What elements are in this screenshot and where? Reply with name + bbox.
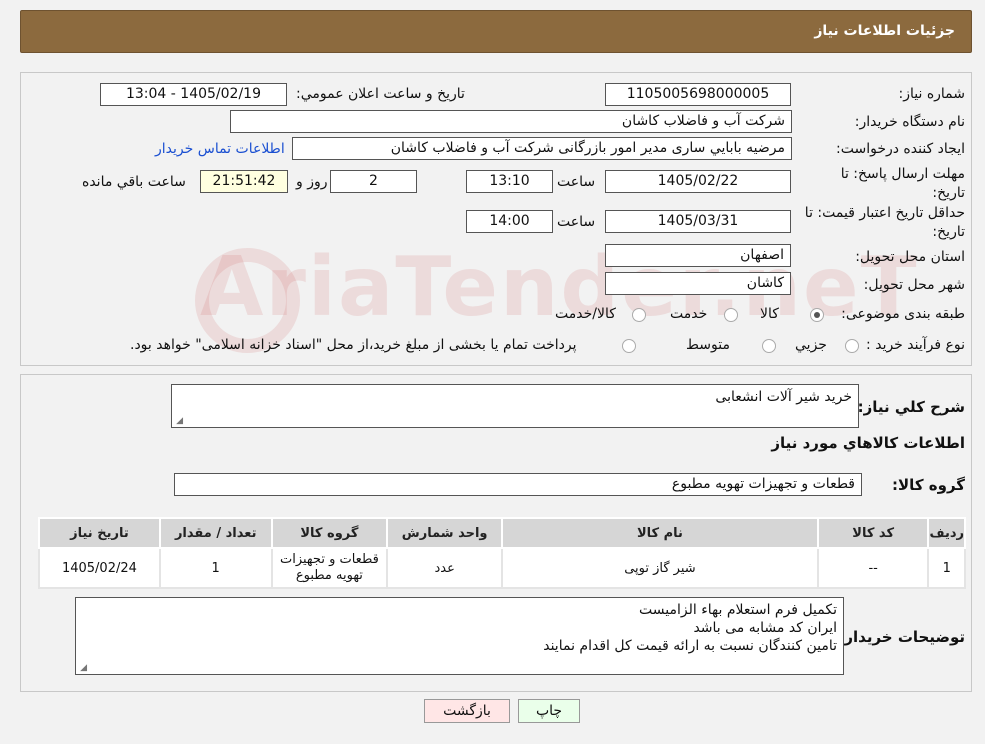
cell-row-number: 1 (927, 547, 966, 589)
category-label: طبقه بندی موضوعی: (841, 306, 965, 322)
need-number-field: 1105005698000005 (605, 83, 791, 106)
category-radio-goods-service[interactable] (632, 308, 646, 322)
print-button[interactable]: چاپ (518, 699, 580, 723)
col-header-quantity: تعداد / مقدار (158, 517, 273, 549)
requester-label: ايجاد كننده درخواست: (836, 141, 965, 157)
category-option-goods: كالا (760, 306, 779, 322)
process-treasury-note: پرداخت تمام يا بخشی از مبلغ خريد،از محل … (130, 337, 577, 353)
process-type-label: نوع فرآيند خريد : (866, 337, 965, 353)
category-option-goods-service: كالا/خدمت (555, 306, 616, 322)
process-option-minor: جزيي (795, 337, 827, 353)
process-radio-treasury[interactable] (622, 339, 636, 353)
summary-field: خريد شير آلات انشعابی ◢ (171, 384, 859, 428)
buyer-contact-link[interactable]: اطلاعات تماس خريدار (155, 141, 285, 157)
page-title: جزئیات اطلاعات نیاز (814, 23, 955, 39)
cell-unit: عدد (386, 547, 504, 589)
goods-group-label: گروه كالا: (892, 476, 965, 494)
col-header-need-date: تاريخ نياز (38, 517, 161, 549)
process-radio-medium[interactable] (762, 339, 776, 353)
deadline-time-field: 13:10 (466, 170, 553, 193)
category-option-service: خدمت (670, 306, 708, 322)
buyer-notes-line: ايران كد مشابه می باشد (693, 620, 837, 636)
category-radio-service[interactable] (724, 308, 738, 322)
process-option-medium: متوسط (686, 337, 730, 353)
announce-datetime-field: 1405/02/19 - 13:04 (100, 83, 287, 106)
price-validity-label: حداقل تاريخ اعتبار قيمت: تا تاريخ: (804, 205, 965, 240)
announce-datetime-label: تاریخ و ساعت اعلان عمومي: (296, 86, 465, 102)
col-header-unit: واحد شمارش (386, 517, 504, 549)
price-validity-date-field: 1405/03/31 (605, 210, 791, 233)
summary-label: شرح كلي نياز: (857, 398, 965, 416)
cell-item-name: شير گاز توپی (501, 547, 819, 589)
price-validity-time-label: ساعت (557, 214, 596, 230)
back-button[interactable]: بازگشت (424, 699, 510, 723)
cell-need-date: 1405/02/24 (38, 547, 161, 589)
resize-handle-icon[interactable]: ◢ (175, 417, 183, 426)
requester-field: مرضيه بابايي ساری مدير امور بازرگانی شرك… (292, 137, 792, 160)
table-header-row: رديف كد كالا نام كالا واحد شمارش گروه كا… (38, 517, 966, 549)
cell-item-code: -- (816, 547, 930, 589)
need-number-label: شماره نیاز: (898, 86, 966, 102)
deadline-days-field: 2 (330, 170, 417, 193)
deadline-days-label: روز و (296, 174, 328, 190)
buyer-notes-line: تكميل فرم استعلام بهاء الزاميست (639, 602, 837, 618)
city-field: كاشان (605, 272, 791, 295)
buyer-notes-label: توضيحات خريدار: (838, 628, 965, 646)
summary-text: خريد شير آلات انشعابی (715, 389, 852, 405)
category-radio-goods[interactable] (810, 308, 824, 322)
deadline-time-label: ساعت (557, 174, 596, 190)
city-label: شهر محل تحويل: (863, 277, 965, 293)
cell-goods-group: قطعات و تجهيزات تهويه مطبوع (270, 547, 389, 589)
buyer-org-field: شركت آب و فاضلاب كاشان (230, 110, 792, 133)
items-table: رديف كد كالا نام كالا واحد شمارش گروه كا… (38, 517, 966, 589)
process-radio-minor[interactable] (845, 339, 859, 353)
page-header: جزئیات اطلاعات نیاز (20, 10, 972, 53)
col-header-item-code: كد كالا (816, 517, 930, 549)
province-field: اصفهان (605, 244, 791, 267)
price-validity-time-field: 14:00 (466, 210, 553, 233)
col-header-goods-group: گروه كالا (270, 517, 389, 549)
cell-quantity: 1 (158, 547, 273, 589)
col-header-item-name: نام كالا (501, 517, 819, 549)
deadline-label: مهلت ارسال پاسخ: تا تاريخ: (840, 166, 965, 201)
goods-group-field: قطعات و تجهيزات تهويه مطبوع (174, 473, 862, 496)
remaining-time-field: 21:51:42 (200, 170, 288, 193)
resize-handle-icon[interactable]: ◢ (79, 664, 87, 673)
col-header-row-number: رديف (927, 517, 966, 549)
deadline-date-field: 1405/02/22 (605, 170, 791, 193)
table-row: 1 -- شير گاز توپی عدد قطعات و تجهيزات ته… (38, 547, 966, 589)
remaining-time-label: ساعت باقي مانده (82, 174, 186, 190)
items-section-title: اطلاعات كالاهاي مورد نياز (771, 434, 965, 452)
province-label: استان محل تحويل: (855, 249, 965, 265)
buyer-org-label: نام دستگاه خريدار: (854, 114, 965, 130)
buyer-notes-field: تكميل فرم استعلام بهاء الزاميست ايران كد… (75, 597, 844, 675)
buyer-notes-line: تامين كنندگان نسبت به ارائه قيمت كل اقدا… (543, 638, 837, 654)
